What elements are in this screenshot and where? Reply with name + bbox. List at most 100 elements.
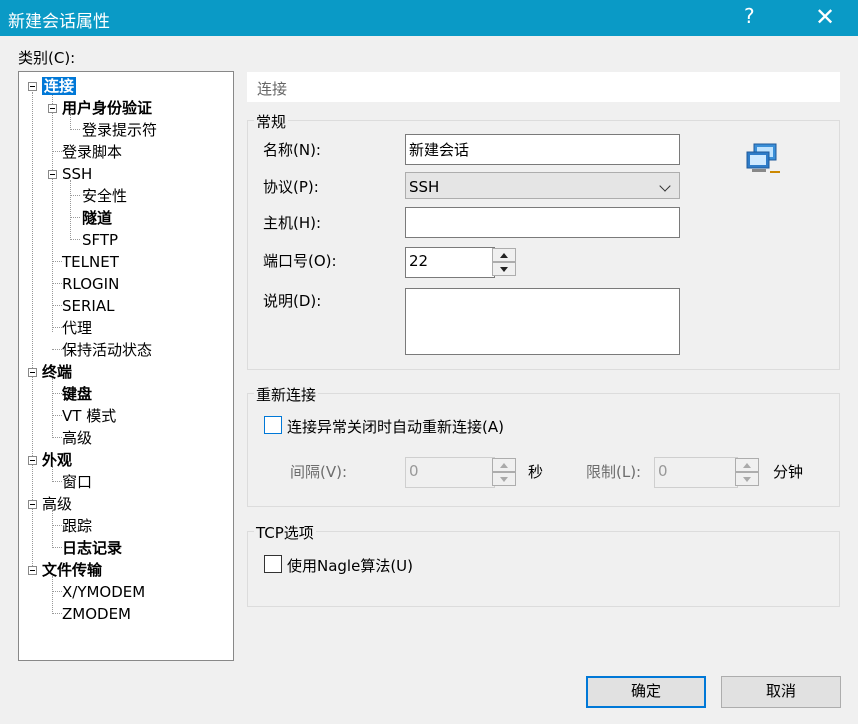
collapse-icon[interactable]: [28, 456, 37, 465]
limit-unit: 分钟: [773, 463, 804, 481]
tree-item-keepalive[interactable]: 保持活动状态: [62, 340, 152, 360]
tree-line: [52, 547, 62, 548]
spin-down-button[interactable]: [492, 472, 516, 486]
collapse-icon[interactable]: [48, 170, 57, 179]
tree-item-telnet[interactable]: TELNET: [62, 252, 119, 272]
protocol-select[interactable]: SSH: [405, 172, 680, 199]
arrow-down-icon: [743, 477, 751, 482]
host-input[interactable]: [405, 207, 680, 238]
interval-unit: 秒: [528, 463, 544, 481]
tree-line: [70, 195, 80, 196]
tree-line: [52, 151, 62, 152]
tree-line: [52, 378, 53, 438]
tree-item-auth[interactable]: 用户身份验证: [62, 98, 152, 118]
tree-item-window[interactable]: 窗口: [62, 472, 92, 492]
cancel-button[interactable]: 取消: [721, 676, 841, 708]
tree-item-xymodem[interactable]: X/YMODEM: [62, 582, 145, 602]
name-label: 名称(N):: [263, 141, 321, 159]
tree-line: [52, 415, 62, 416]
tree-line: [52, 305, 62, 306]
category-tree[interactable]: 连接 用户身份验证 登录提示符 登录脚本 SSH 安全性 隧道 SFTP TEL…: [18, 71, 234, 661]
reconnect-group-title: 重新连接: [254, 384, 319, 405]
tree-item-advanced[interactable]: 高级: [42, 494, 72, 514]
tree-line: [52, 481, 62, 482]
port-input[interactable]: 22: [405, 247, 495, 278]
spin-up-button[interactable]: [492, 458, 516, 472]
name-input[interactable]: 新建会话: [405, 134, 680, 165]
arrow-up-icon: [743, 463, 751, 468]
tree-line: [70, 217, 80, 218]
spin-up-button[interactable]: [492, 248, 516, 262]
port-spinner[interactable]: [492, 248, 516, 276]
tree-line: [52, 613, 62, 614]
tree-item-tunnel[interactable]: 隧道: [82, 208, 112, 228]
tree-item-file-transfer[interactable]: 文件传输: [42, 560, 102, 580]
interval-spinner[interactable]: [492, 458, 516, 486]
network-computers-icon: [746, 143, 780, 173]
tree-item-sftp[interactable]: SFTP: [82, 230, 118, 250]
nagle-checkbox[interactable]: [264, 555, 282, 573]
arrow-down-icon: [500, 477, 508, 482]
tree-item-keyboard[interactable]: 键盘: [62, 384, 92, 404]
auto-reconnect-checkbox[interactable]: [264, 416, 282, 434]
tree-line: [52, 327, 62, 328]
description-textarea[interactable]: [405, 288, 680, 355]
limit-label: 限制(L):: [586, 463, 642, 481]
tree-line: [52, 393, 62, 394]
tree-line: [52, 283, 62, 284]
tree-item-ssh[interactable]: SSH: [62, 164, 92, 184]
collapse-icon[interactable]: [28, 500, 37, 509]
tree-line: [52, 437, 62, 438]
host-label: 主机(H):: [263, 214, 322, 232]
protocol-label: 协议(P):: [263, 178, 319, 196]
protocol-value: SSH: [409, 178, 440, 196]
interval-input[interactable]: 0: [405, 457, 495, 488]
general-group-title: 常规: [254, 111, 289, 132]
tree-item-terminal-advanced[interactable]: 高级: [62, 428, 92, 448]
spin-down-button[interactable]: [735, 472, 759, 486]
interval-label: 间隔(V):: [290, 463, 348, 481]
tree-line: [52, 510, 53, 546]
tree-item-terminal[interactable]: 终端: [42, 362, 72, 382]
tree-item-serial[interactable]: SERIAL: [62, 296, 114, 316]
port-label: 端口号(O):: [263, 252, 337, 270]
tree-item-trace[interactable]: 跟踪: [62, 516, 92, 536]
spin-up-button[interactable]: [735, 458, 759, 472]
limit-spinner[interactable]: [735, 458, 759, 486]
tree-line: [52, 525, 62, 526]
arrow-up-icon: [500, 253, 508, 258]
tree-item-rlogin[interactable]: RLOGIN: [62, 274, 119, 294]
tree-item-security[interactable]: 安全性: [82, 186, 127, 206]
tree-item-proxy[interactable]: 代理: [62, 318, 92, 338]
tree-item-zmodem[interactable]: ZMODEM: [62, 604, 131, 624]
tree-item-vt-mode[interactable]: VT 模式: [62, 406, 116, 426]
window-title: 新建会话属性: [8, 12, 110, 32]
auto-reconnect-label: 连接异常关闭时自动重新连接(A): [287, 418, 504, 436]
tree-line: [52, 349, 62, 350]
tree-line: [52, 591, 62, 592]
tree-item-login-script[interactable]: 登录脚本: [62, 142, 122, 162]
category-label: 类别(C):: [18, 49, 76, 67]
nagle-label: 使用Nagle算法(U): [287, 557, 414, 575]
description-label: 说明(D):: [263, 292, 322, 310]
tree-item-logging[interactable]: 日志记录: [62, 538, 122, 558]
collapse-icon[interactable]: [48, 104, 57, 113]
help-icon[interactable]: ?: [744, 4, 755, 28]
ok-button[interactable]: 确定: [586, 676, 706, 708]
tree-line: [52, 576, 53, 612]
panel-header: 连接: [247, 72, 840, 102]
tree-item-appearance[interactable]: 外观: [42, 450, 72, 470]
spin-down-button[interactable]: [492, 262, 516, 276]
limit-input[interactable]: 0: [654, 457, 738, 488]
tree-item-login-prompt[interactable]: 登录提示符: [82, 120, 157, 140]
tree-item-connection[interactable]: 连接: [42, 76, 77, 96]
tree-line: [70, 129, 80, 130]
collapse-icon[interactable]: [28, 368, 37, 377]
chevron-down-icon: [659, 180, 671, 192]
collapse-icon[interactable]: [28, 566, 37, 575]
collapse-icon[interactable]: [28, 82, 37, 91]
tcp-group-title: TCP选项: [254, 522, 316, 543]
tree-line: [52, 261, 62, 262]
close-icon[interactable]: ✕: [808, 2, 842, 32]
panel-title: 连接: [257, 80, 288, 98]
